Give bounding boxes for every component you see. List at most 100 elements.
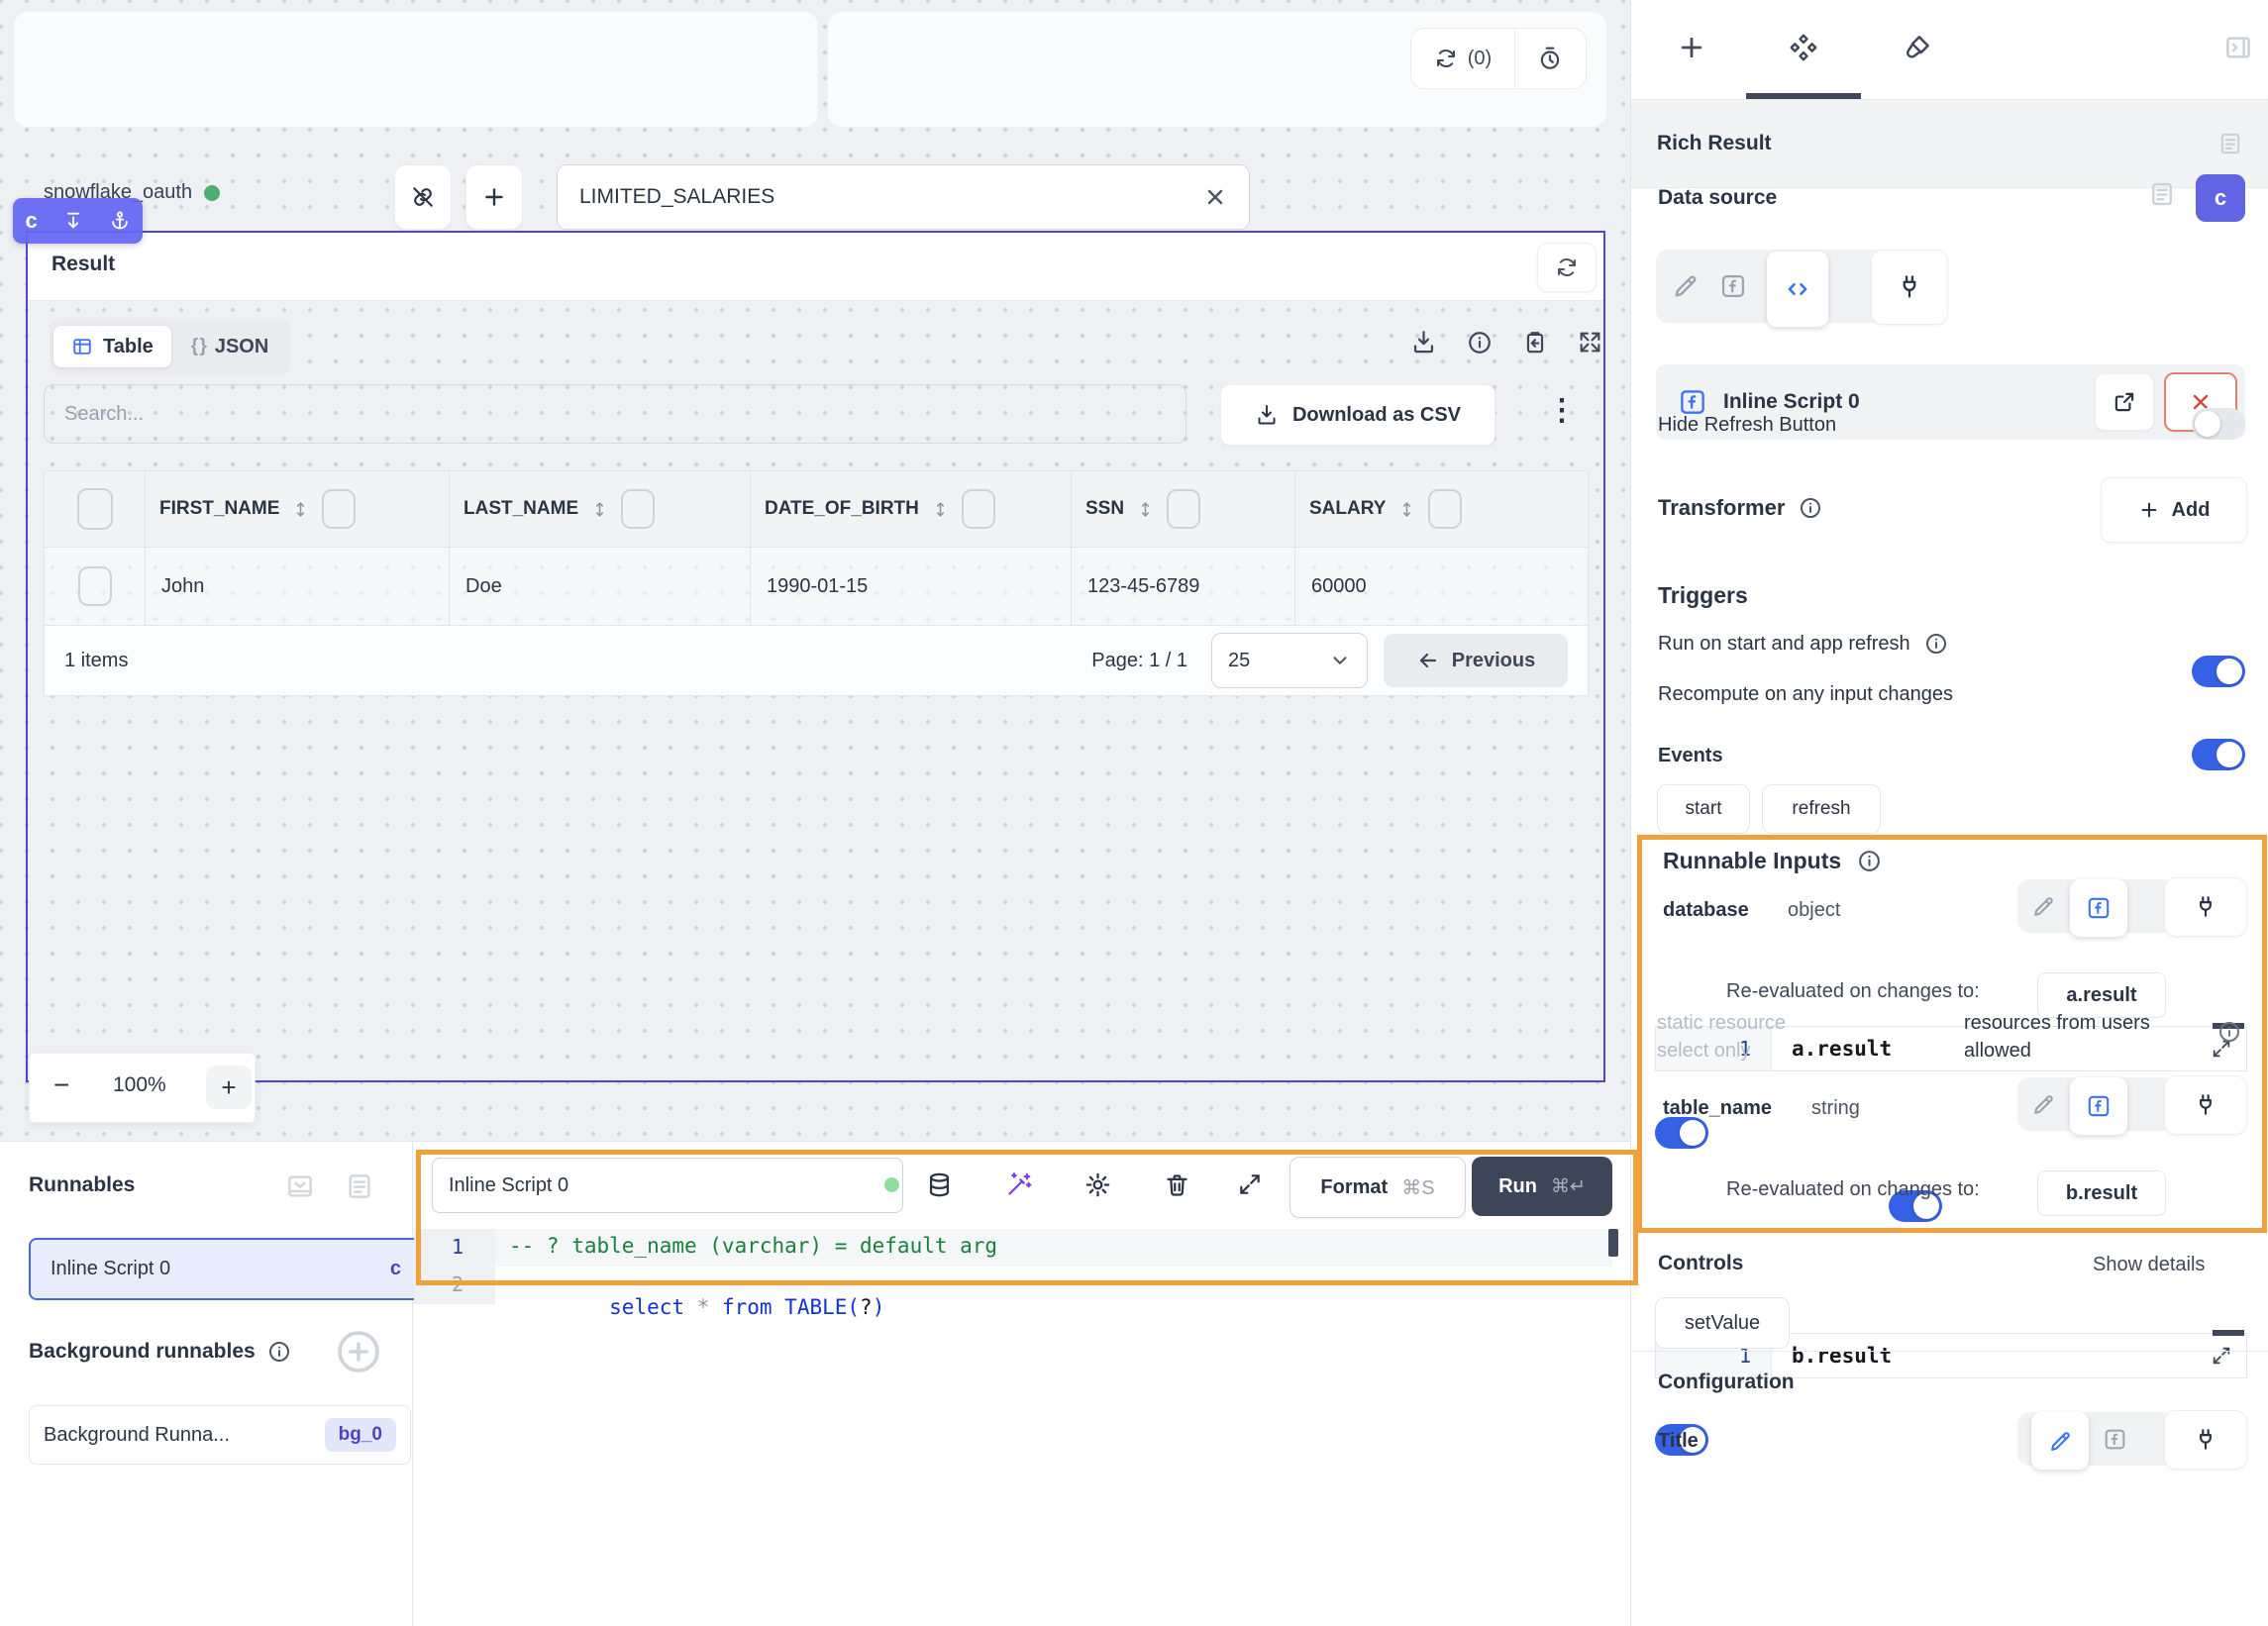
select-all-checkbox[interactable] (77, 488, 113, 530)
script-name-input[interactable]: Inline Script 0 (432, 1158, 903, 1213)
refresh-runs-button[interactable]: (0) (1411, 29, 1514, 88)
sort-icon[interactable] (931, 498, 950, 521)
code-line-1[interactable]: -- ? table_name (varchar) = default arg (509, 1234, 997, 1258)
app-canvas[interactable]: (0) snowflake_oauth c LIMITED_SALARIES (0, 0, 1630, 1141)
connect-mode-button[interactable] (1871, 250, 1948, 325)
database-connect-button[interactable] (2164, 877, 2247, 937)
expand-field-icon[interactable] (2211, 1345, 2232, 1367)
table-menu-kebab[interactable]: ⋮ (1547, 393, 1577, 428)
docs-icon[interactable] (345, 1171, 374, 1201)
table-cell[interactable]: 60000 (1295, 548, 1588, 626)
control-pill-setvalue[interactable]: setValue (1655, 1297, 1790, 1349)
table-search-input[interactable] (44, 384, 1186, 444)
row-checkbox[interactable] (78, 566, 112, 606)
info-icon[interactable] (1924, 632, 1948, 656)
table-name-input[interactable]: LIMITED_SALARIES (557, 164, 1250, 230)
code-line-2[interactable]: select * from TABLE(?) (509, 1271, 884, 1343)
result-refresh-button[interactable] (1537, 243, 1597, 292)
column-filter-box[interactable] (621, 489, 655, 529)
background-runnable-item[interactable]: Background Runna... bg_0 (29, 1405, 411, 1465)
info-icon[interactable] (267, 1340, 291, 1364)
download-csv-button[interactable]: Download as CSV (1220, 384, 1495, 446)
zoom-out-button[interactable]: − (53, 1069, 69, 1101)
info-icon[interactable] (1467, 330, 1493, 356)
collapse-panel-icon[interactable] (285, 1171, 315, 1201)
move-to-icon[interactable] (62, 210, 84, 232)
event-pill-refresh[interactable]: refresh (1762, 784, 1881, 834)
database-icon[interactable] (926, 1171, 953, 1198)
expand-editor-icon[interactable] (1237, 1171, 1263, 1197)
run-on-start-toggle[interactable] (2192, 656, 2245, 687)
trash-icon[interactable] (1164, 1171, 1190, 1198)
column-header[interactable]: LAST_NAME (450, 471, 751, 548)
event-pill-start[interactable]: start (1657, 784, 1750, 834)
column-header[interactable]: SALARY (1295, 471, 1588, 548)
format-button[interactable]: Format ⌘S (1289, 1157, 1466, 1218)
sort-icon[interactable] (1136, 498, 1155, 521)
sort-icon[interactable] (590, 498, 609, 521)
components-tab-icon[interactable] (1788, 32, 1819, 63)
function-mode-icon[interactable] (1719, 272, 1747, 300)
column-filter-box[interactable] (962, 489, 995, 529)
unlink-button[interactable] (394, 164, 452, 230)
paste-icon[interactable] (1522, 330, 1548, 356)
tab-json[interactable]: { } JSON (173, 326, 287, 367)
pencil-mode-icon[interactable] (1672, 272, 1700, 300)
fullscreen-icon[interactable] (1578, 330, 1602, 355)
page-size-select[interactable]: 25 (1211, 633, 1368, 688)
component-toolbar-pill[interactable]: c (13, 198, 143, 244)
table-name-connect-button[interactable] (2164, 1075, 2247, 1135)
settings-gear-icon[interactable] (1084, 1171, 1111, 1198)
column-header[interactable]: FIRST_NAME (146, 471, 450, 548)
table-cell[interactable]: 1990-01-15 (751, 548, 1072, 626)
table-cell[interactable]: Doe (450, 548, 751, 626)
download-icon[interactable] (1410, 329, 1437, 356)
column-filter-box[interactable] (322, 489, 356, 529)
anchor-icon[interactable] (109, 210, 131, 232)
pencil-mode-icon[interactable] (2031, 894, 2056, 919)
open-source-button[interactable] (2095, 373, 2154, 431)
column-filter-box[interactable] (1428, 489, 1462, 529)
doc-icon[interactable] (2217, 131, 2243, 156)
run-history-button[interactable] (1515, 29, 1585, 88)
database-reeval-toggle[interactable] (1655, 1117, 1708, 1149)
hide-refresh-toggle[interactable] (2192, 408, 2245, 440)
recompute-toggle[interactable] (2192, 739, 2245, 770)
clear-icon[interactable] (1203, 185, 1227, 209)
result-component[interactable]: Result Table { } JSON (26, 231, 1605, 1082)
function-mode-icon[interactable] (2103, 1427, 2127, 1452)
add-background-runnable-button[interactable] (335, 1328, 382, 1375)
sort-icon[interactable] (1397, 498, 1416, 521)
function-mode-button-active[interactable] (2070, 1077, 2127, 1135)
add-component-tab-icon[interactable] (1677, 33, 1706, 62)
tab-table[interactable]: Table (53, 326, 171, 367)
doc-icon[interactable] (2148, 180, 2176, 208)
collapse-sidebar-icon[interactable] (2223, 33, 2253, 62)
column-filter-box[interactable] (1167, 489, 1200, 529)
header-component-left[interactable] (14, 12, 818, 127)
runnable-item-inline-script-0[interactable]: Inline Script 0 c (29, 1238, 423, 1300)
add-button[interactable] (465, 164, 523, 230)
sort-icon[interactable] (291, 498, 310, 521)
add-transformer-button[interactable]: Add (2101, 477, 2247, 543)
info-icon[interactable] (2217, 1020, 2241, 1044)
code-mode-button-active[interactable] (1767, 252, 1828, 327)
zoom-in-button[interactable]: + (206, 1066, 252, 1109)
column-header[interactable]: DATE_OF_BIRTH (751, 471, 1072, 548)
function-mode-button-active[interactable] (2070, 879, 2127, 937)
info-icon[interactable] (1857, 849, 1882, 873)
table-cell[interactable]: John (146, 548, 450, 626)
pencil-mode-button-active[interactable] (2031, 1412, 2089, 1470)
editor-scrollbar[interactable] (1608, 1229, 1618, 1257)
title-connect-button[interactable] (2164, 1410, 2247, 1470)
show-details-link[interactable]: Show details (2093, 1254, 2205, 1276)
run-button[interactable]: Run ⌘↵ (1472, 1157, 1612, 1216)
column-header[interactable]: SSN (1072, 471, 1295, 548)
previous-page-button[interactable]: Previous (1384, 634, 1568, 687)
theme-tab-icon[interactable] (1903, 33, 1932, 62)
info-icon[interactable] (1799, 496, 1822, 520)
field-scrollbar[interactable] (2213, 1330, 2244, 1336)
pencil-mode-icon[interactable] (2031, 1092, 2056, 1117)
table-cell[interactable]: 123-45-6789 (1072, 548, 1295, 626)
reeval-target-chip[interactable]: b.result (2037, 1170, 2166, 1216)
